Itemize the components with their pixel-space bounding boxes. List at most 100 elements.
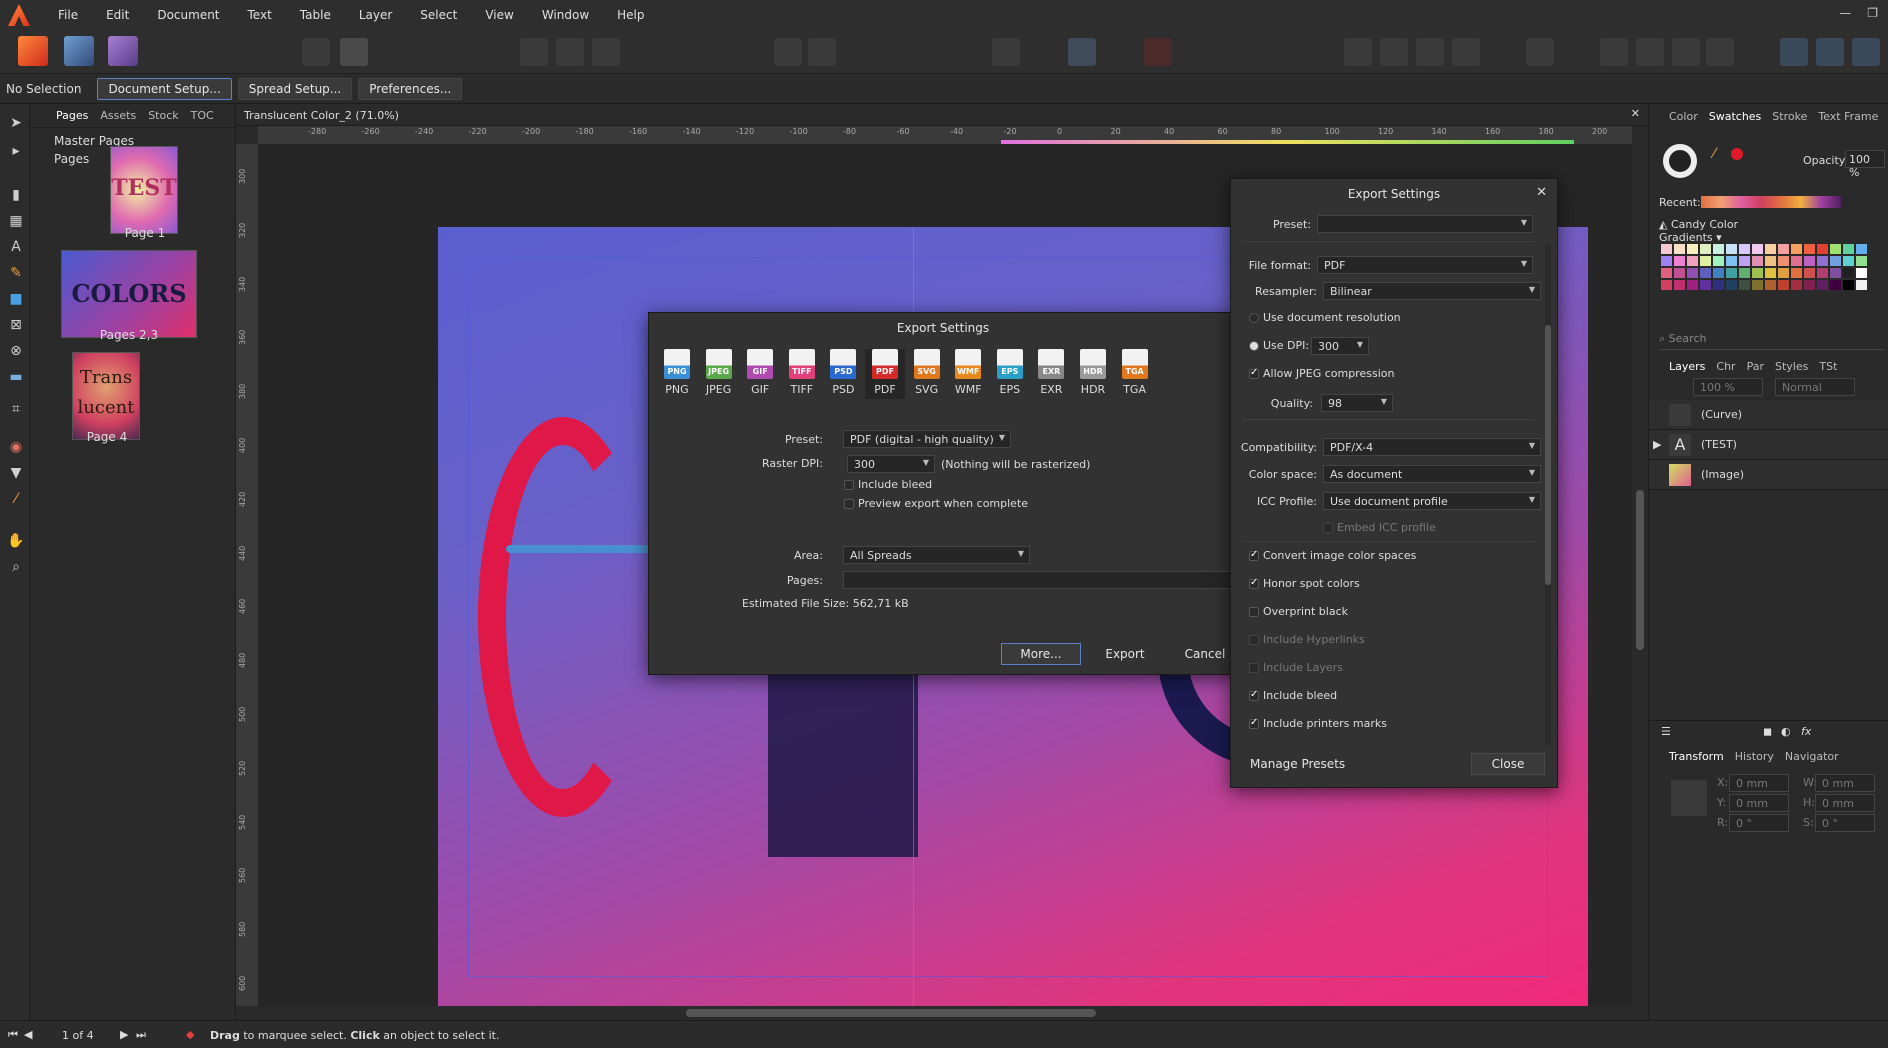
color-space-select[interactable]: As document ▼: [1323, 465, 1541, 483]
format-eps-button[interactable]: EPS EPS: [990, 349, 1030, 399]
color-swatch[interactable]: [1843, 268, 1854, 278]
tab-layers[interactable]: Layers: [1669, 360, 1705, 373]
color-swatch[interactable]: [1739, 280, 1750, 290]
color-swatch[interactable]: [1830, 268, 1841, 278]
vertical-scroll-thumb[interactable]: [1636, 490, 1644, 650]
fill-tool-icon[interactable]: ◉: [7, 438, 25, 456]
transparency-tool-icon[interactable]: ▼: [7, 464, 25, 482]
horizontal-scrollbar[interactable]: [236, 1006, 1648, 1020]
preferences-button[interactable]: Preferences...: [358, 77, 463, 100]
menu-item[interactable]: Help: [603, 8, 658, 22]
include-bleed-checkbox[interactable]: [844, 480, 854, 490]
color-swatch[interactable]: [1791, 280, 1802, 290]
color-swatch[interactable]: [1752, 244, 1763, 254]
color-swatch[interactable]: [1843, 256, 1854, 266]
color-swatch[interactable]: [1830, 256, 1841, 266]
format-psd-button[interactable]: PSD PSD: [823, 349, 863, 399]
boolean-subtract-icon[interactable]: [1816, 38, 1844, 66]
color-swatch[interactable]: [1856, 244, 1867, 254]
transform-field[interactable]: 0 °: [1729, 814, 1789, 832]
color-swatch[interactable]: [1700, 268, 1711, 278]
layer-row[interactable]: (Curve): [1649, 400, 1888, 430]
tab-transform[interactable]: Transform: [1669, 750, 1724, 763]
menu-item[interactable]: View: [471, 8, 527, 22]
tab-pages[interactable]: Pages: [56, 109, 88, 122]
layers-stack-icon[interactable]: ☰: [1661, 725, 1671, 738]
more-button[interactable]: More...: [1001, 643, 1081, 665]
tab-stock[interactable]: Stock: [148, 109, 178, 122]
color-swatch[interactable]: [1739, 256, 1750, 266]
zoom-tool-icon[interactable]: ⌕: [7, 558, 25, 576]
preview-icon[interactable]: [556, 38, 584, 66]
color-swatch[interactable]: [1765, 268, 1776, 278]
use-doc-res-radio[interactable]: [1249, 313, 1259, 323]
palette-select[interactable]: ◭ Candy Color Gradients ▾: [1659, 218, 1789, 244]
current-color-swatch[interactable]: [1731, 148, 1743, 160]
rotate-icon[interactable]: [1706, 38, 1734, 66]
format-jpeg-button[interactable]: JPEG JPEG: [699, 349, 739, 399]
color-swatch[interactable]: [1830, 280, 1841, 290]
icc-profile-select[interactable]: Use document profile ▼: [1323, 492, 1541, 510]
format-svg-button[interactable]: SVG SVG: [907, 349, 947, 399]
color-swatch[interactable]: [1778, 280, 1789, 290]
layer-row[interactable]: ▶ A (TEST): [1649, 430, 1888, 460]
tab-assets[interactable]: Assets: [100, 109, 136, 122]
close-icon[interactable]: ✕: [1536, 185, 1547, 200]
color-swatch[interactable]: [1700, 280, 1711, 290]
color-swatch[interactable]: [1804, 244, 1815, 254]
dialog-scrollbar[interactable]: [1545, 245, 1551, 745]
color-swatch[interactable]: [1661, 244, 1672, 254]
transform-field[interactable]: 0 mm: [1815, 774, 1875, 792]
page-thumbnail[interactable]: TEST: [110, 146, 178, 234]
color-swatch[interactable]: [1752, 256, 1763, 266]
color-swatch[interactable]: [1778, 256, 1789, 266]
preset-select[interactable]: PDF (digital - high quality) ▼: [843, 430, 1011, 448]
move-tool-icon[interactable]: ➤: [7, 114, 25, 132]
document-setup-button[interactable]: Document Setup...: [97, 77, 232, 100]
prev-page-icon[interactable]: ◀: [24, 1028, 32, 1041]
pages-row[interactable]: Pages: [54, 152, 89, 166]
expand-icon[interactable]: ▶: [1653, 438, 1661, 451]
arrange-back-icon[interactable]: [1452, 38, 1480, 66]
format-gif-button[interactable]: GIF GIF: [740, 349, 780, 399]
menu-item[interactable]: Document: [143, 8, 233, 22]
first-page-icon[interactable]: ⏮: [8, 1028, 18, 1042]
hyperlinks-checkbox[interactable]: [1249, 635, 1259, 645]
close-button[interactable]: Close: [1471, 753, 1545, 775]
cancel-button[interactable]: Cancel: [1171, 643, 1239, 665]
color-swatch[interactable]: [1739, 244, 1750, 254]
tab-color[interactable]: Color: [1669, 110, 1698, 123]
use-dpi-radio[interactable]: [1249, 341, 1259, 351]
tab-navigator[interactable]: Navigator: [1785, 750, 1839, 763]
tab-text-frame[interactable]: Text Frame: [1818, 110, 1878, 123]
file-format-select[interactable]: PDF ▼: [1317, 256, 1533, 274]
color-swatch[interactable]: [1765, 244, 1776, 254]
bleed-icon[interactable]: [592, 38, 620, 66]
photo-persona-icon[interactable]: [108, 36, 138, 66]
quality-field[interactable]: 98 ▼: [1321, 394, 1393, 412]
overprint-checkbox[interactable]: [1249, 607, 1259, 617]
place-image-tool-icon[interactable]: ▬: [7, 368, 25, 386]
color-swatch[interactable]: [1687, 256, 1698, 266]
view-mode-icon[interactable]: [520, 38, 548, 66]
fill-stroke-well[interactable]: [1663, 144, 1697, 178]
artistic-text-tool-icon[interactable]: A: [7, 238, 25, 256]
embed-icc-checkbox[interactable]: [1323, 523, 1333, 533]
color-swatch[interactable]: [1726, 280, 1737, 290]
flip-h-icon[interactable]: [1636, 38, 1664, 66]
menu-item[interactable]: File: [44, 8, 92, 22]
tab-paragraph[interactable]: Par: [1747, 360, 1764, 373]
color-swatch[interactable]: [1700, 256, 1711, 266]
color-swatch[interactable]: [1791, 256, 1802, 266]
spread-setup-button[interactable]: Spread Setup...: [237, 77, 353, 100]
mask-icon[interactable]: ◼: [1763, 725, 1772, 738]
layer-opacity-field[interactable]: 100 %: [1693, 378, 1763, 396]
color-swatch[interactable]: [1739, 268, 1750, 278]
menu-item[interactable]: Text: [234, 8, 286, 22]
format-png-button[interactable]: PNG PNG: [657, 349, 697, 399]
vertical-scrollbar[interactable]: [1632, 126, 1648, 1006]
close-document-icon[interactable]: ✕: [1631, 107, 1640, 120]
snapping-icon[interactable]: [1144, 38, 1172, 66]
frame-text-tool-icon[interactable]: ▮: [7, 186, 25, 204]
color-swatch[interactable]: [1752, 280, 1763, 290]
